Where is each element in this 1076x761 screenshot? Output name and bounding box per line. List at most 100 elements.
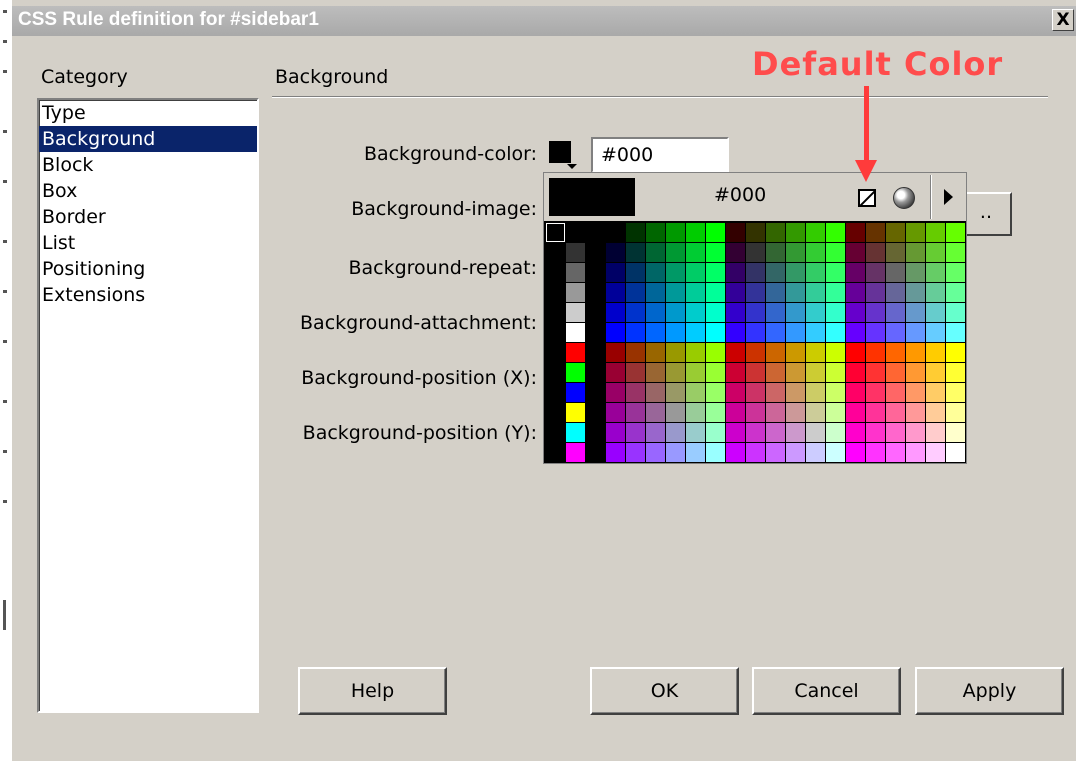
palette-swatch[interactable]	[866, 303, 885, 322]
palette-swatch[interactable]	[846, 423, 865, 442]
palette-swatch[interactable]	[906, 263, 925, 282]
palette-swatch[interactable]	[726, 383, 745, 402]
palette-swatch[interactable]	[566, 263, 585, 282]
palette-swatch[interactable]	[666, 403, 685, 422]
palette-swatch[interactable]	[726, 303, 745, 322]
category-item-border[interactable]: Border	[39, 204, 257, 230]
palette-swatch[interactable]	[706, 263, 725, 282]
palette-swatch[interactable]	[846, 323, 865, 342]
palette-swatch[interactable]	[666, 263, 685, 282]
palette-swatch[interactable]	[606, 443, 625, 462]
palette-swatch[interactable]	[566, 343, 585, 362]
palette-swatch[interactable]	[546, 443, 565, 462]
palette-swatch[interactable]	[746, 243, 765, 262]
palette-swatch[interactable]	[866, 343, 885, 362]
palette-swatch[interactable]	[926, 383, 945, 402]
palette-swatch[interactable]	[706, 283, 725, 302]
palette-swatch[interactable]	[566, 323, 585, 342]
palette-swatch[interactable]	[706, 423, 725, 442]
palette-swatch[interactable]	[766, 383, 785, 402]
palette-swatch[interactable]	[786, 303, 805, 322]
palette-swatch[interactable]	[566, 283, 585, 302]
palette-swatch[interactable]	[886, 223, 905, 242]
palette-swatch[interactable]	[926, 443, 945, 462]
palette-swatch[interactable]	[666, 443, 685, 462]
palette-swatch[interactable]	[626, 343, 645, 362]
palette-swatch[interactable]	[926, 243, 945, 262]
palette-swatch[interactable]	[806, 423, 825, 442]
palette-swatch[interactable]	[926, 403, 945, 422]
palette-swatch[interactable]	[546, 323, 565, 342]
palette-swatch[interactable]	[566, 443, 585, 462]
palette-swatch[interactable]	[866, 443, 885, 462]
palette-swatch[interactable]	[546, 423, 565, 442]
palette-swatch[interactable]	[606, 323, 625, 342]
palette-swatch[interactable]	[646, 343, 665, 362]
palette-swatch[interactable]	[946, 403, 965, 422]
palette-swatch[interactable]	[746, 443, 765, 462]
palette-swatch[interactable]	[646, 243, 665, 262]
category-item-extensions[interactable]: Extensions	[39, 282, 257, 308]
palette-swatch[interactable]	[926, 303, 945, 322]
palette-swatch[interactable]	[706, 223, 725, 242]
palette-swatch[interactable]	[606, 243, 625, 262]
palette-swatch[interactable]	[566, 303, 585, 322]
palette-swatch[interactable]	[886, 383, 905, 402]
palette-swatch[interactable]	[586, 443, 605, 462]
palette-swatch[interactable]	[786, 223, 805, 242]
palette-swatch[interactable]	[666, 243, 685, 262]
palette-swatch[interactable]	[806, 363, 825, 382]
palette-swatch[interactable]	[806, 263, 825, 282]
palette-swatch[interactable]	[726, 243, 745, 262]
palette-swatch[interactable]	[706, 363, 725, 382]
ok-button[interactable]: OK	[590, 667, 739, 715]
palette-swatch[interactable]	[686, 323, 705, 342]
palette-swatch[interactable]	[806, 343, 825, 362]
palette-swatch[interactable]	[886, 423, 905, 442]
palette-swatch[interactable]	[646, 363, 665, 382]
palette-swatch[interactable]	[666, 283, 685, 302]
palette-swatch[interactable]	[846, 223, 865, 242]
palette-swatch[interactable]	[906, 443, 925, 462]
palette-swatch[interactable]	[686, 283, 705, 302]
palette-swatch[interactable]	[586, 323, 605, 342]
palette-swatch[interactable]	[586, 223, 605, 242]
palette-swatch[interactable]	[826, 323, 845, 342]
palette-swatch[interactable]	[786, 283, 805, 302]
palette-swatch[interactable]	[646, 383, 665, 402]
palette-swatch[interactable]	[886, 443, 905, 462]
palette-swatch[interactable]	[926, 283, 945, 302]
palette-swatch[interactable]	[626, 443, 645, 462]
palette-swatch[interactable]	[606, 343, 625, 362]
palette-swatch[interactable]	[826, 383, 845, 402]
palette-swatch[interactable]	[726, 403, 745, 422]
category-item-positioning[interactable]: Positioning	[39, 256, 257, 282]
palette-swatch[interactable]	[546, 243, 565, 262]
palette-swatch[interactable]	[946, 223, 965, 242]
palette-swatch[interactable]	[646, 443, 665, 462]
palette-swatch[interactable]	[586, 283, 605, 302]
palette-swatch[interactable]	[786, 263, 805, 282]
palette-swatch[interactable]	[546, 223, 565, 242]
palette-swatch[interactable]	[586, 423, 605, 442]
palette-swatch[interactable]	[926, 423, 945, 442]
palette-swatch[interactable]	[686, 263, 705, 282]
palette-swatch[interactable]	[686, 383, 705, 402]
palette-swatch[interactable]	[766, 323, 785, 342]
palette-swatch[interactable]	[626, 243, 645, 262]
palette-swatch[interactable]	[626, 323, 645, 342]
palette-swatch[interactable]	[706, 403, 725, 422]
palette-swatch[interactable]	[586, 343, 605, 362]
palette-swatch[interactable]	[946, 443, 965, 462]
palette-swatch[interactable]	[926, 343, 945, 362]
palette-swatch[interactable]	[786, 243, 805, 262]
palette-swatch[interactable]	[806, 403, 825, 422]
palette-swatch[interactable]	[886, 243, 905, 262]
palette-swatch[interactable]	[606, 363, 625, 382]
palette-swatch[interactable]	[666, 383, 685, 402]
palette-swatch[interactable]	[666, 343, 685, 362]
palette-swatch[interactable]	[706, 303, 725, 322]
palette-swatch[interactable]	[886, 303, 905, 322]
palette-swatch[interactable]	[746, 263, 765, 282]
palette-swatch[interactable]	[646, 223, 665, 242]
